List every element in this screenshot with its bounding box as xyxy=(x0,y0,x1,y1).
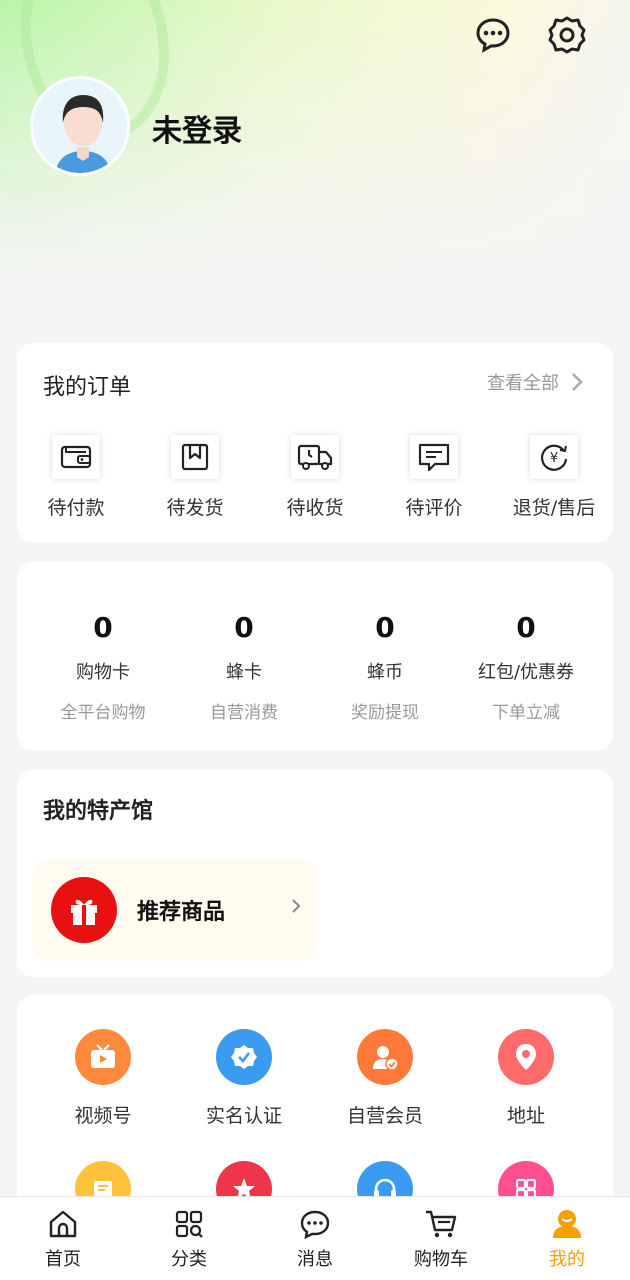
stat-subtitle: 全平台购物 xyxy=(60,703,146,723)
tab-label: 购物车 xyxy=(414,1249,468,1270)
order-status-pending-receipt[interactable]: 待收货 xyxy=(260,435,370,520)
avatar[interactable] xyxy=(30,76,130,176)
order-status-pending-payment[interactable]: 待付款 xyxy=(21,435,131,520)
settings-icon[interactable] xyxy=(546,14,588,56)
tab-home[interactable]: 首页 xyxy=(0,1207,126,1271)
user-icon xyxy=(504,1207,630,1241)
order-status-pending-shipment[interactable]: 待发货 xyxy=(140,435,250,520)
member-icon xyxy=(357,1029,413,1085)
order-status-refund[interactable]: ¥ 退货/售后 xyxy=(499,435,609,520)
wallet-icon xyxy=(52,435,100,479)
specialty-title: 我的特产馆 xyxy=(43,799,154,824)
refund-icon: ¥ xyxy=(530,435,578,479)
location-icon xyxy=(498,1029,554,1085)
home-icon xyxy=(0,1207,126,1241)
service-video[interactable]: 视频号 xyxy=(33,1029,173,1128)
specialty-card: 我的特产馆 推荐商品 xyxy=(17,769,613,977)
stat-value: 0 xyxy=(516,611,536,644)
tab-category[interactable]: 分类 xyxy=(126,1207,252,1271)
stat-subtitle: 下单立减 xyxy=(492,703,560,723)
stat-label: 购物卡 xyxy=(76,662,130,683)
stat-value: 0 xyxy=(375,611,395,644)
chevron-right-icon xyxy=(572,373,583,391)
message-icon[interactable] xyxy=(472,14,514,56)
stat-label: 蜂币 xyxy=(367,662,403,683)
tab-messages[interactable]: 消息 xyxy=(252,1207,378,1271)
stat-subtitle: 自营消费 xyxy=(210,703,278,723)
stat-shopping-card[interactable]: 0 购物卡 全平台购物 xyxy=(33,611,173,723)
stat-label: 红包/优惠券 xyxy=(477,662,575,683)
stat-subtitle: 奖励提现 xyxy=(351,703,419,723)
tab-label: 首页 xyxy=(45,1249,81,1270)
view-all-label: 查看全部 xyxy=(487,373,559,394)
tab-label: 我的 xyxy=(549,1249,585,1270)
order-label: 待发货 xyxy=(166,497,224,519)
chevron-right-icon xyxy=(292,899,301,913)
recommend-label: 推荐商品 xyxy=(137,900,226,925)
stat-label: 蜂卡 xyxy=(226,662,262,683)
order-label: 退货/售后 xyxy=(512,497,596,519)
tv-icon xyxy=(75,1029,131,1085)
order-label: 待评价 xyxy=(405,497,463,519)
stat-value: 0 xyxy=(93,611,113,644)
service-membership[interactable]: 自营会员 xyxy=(315,1029,455,1128)
username-label[interactable]: 未登录 xyxy=(152,106,242,150)
orders-title: 我的订单 xyxy=(43,375,132,400)
message-icon xyxy=(252,1207,378,1241)
stat-bee-card[interactable]: 0 蜂卡 自营消费 xyxy=(174,611,314,723)
stat-coupons[interactable]: 0 红包/优惠券 下单立减 xyxy=(456,611,596,723)
bottom-tab-bar: 首页 分类 消息 购物车 我的 xyxy=(0,1196,630,1280)
verified-icon xyxy=(216,1029,272,1085)
order-label: 待付款 xyxy=(47,497,105,519)
svg-text:¥: ¥ xyxy=(550,451,558,466)
service-label: 实名认证 xyxy=(205,1105,282,1127)
assets-card: 0 购物卡 全平台购物 0 蜂卡 自营消费 0 蜂币 奖励提现 0 红包/优惠券… xyxy=(17,561,613,751)
stat-bee-coin[interactable]: 0 蜂币 奖励提现 xyxy=(315,611,455,723)
comment-icon xyxy=(410,435,458,479)
recommend-products-button[interactable]: 推荐商品 xyxy=(33,859,315,961)
tab-cart[interactable]: 购物车 xyxy=(378,1207,504,1271)
gift-icon xyxy=(51,877,117,943)
package-icon xyxy=(171,435,219,479)
tab-mine[interactable]: 我的 xyxy=(504,1207,630,1271)
order-status-pending-review[interactable]: 待评价 xyxy=(379,435,489,520)
service-label: 视频号 xyxy=(74,1105,132,1127)
tab-label: 消息 xyxy=(297,1249,333,1270)
order-label: 待收货 xyxy=(286,497,344,519)
view-all-orders-link[interactable]: 查看全部 xyxy=(487,369,583,395)
service-real-name[interactable]: 实名认证 xyxy=(174,1029,314,1128)
tab-label: 分类 xyxy=(171,1249,207,1270)
orders-card: 我的订单 查看全部 待付款 待发货 待收货 待评价 ¥ 退货/售后 xyxy=(17,343,613,543)
service-label: 地址 xyxy=(506,1105,545,1127)
truck-icon xyxy=(291,435,339,479)
stat-value: 0 xyxy=(234,611,254,644)
category-icon xyxy=(126,1207,252,1241)
service-address[interactable]: 地址 xyxy=(456,1029,596,1128)
cart-icon xyxy=(378,1207,504,1241)
service-label: 自营会员 xyxy=(346,1105,423,1127)
